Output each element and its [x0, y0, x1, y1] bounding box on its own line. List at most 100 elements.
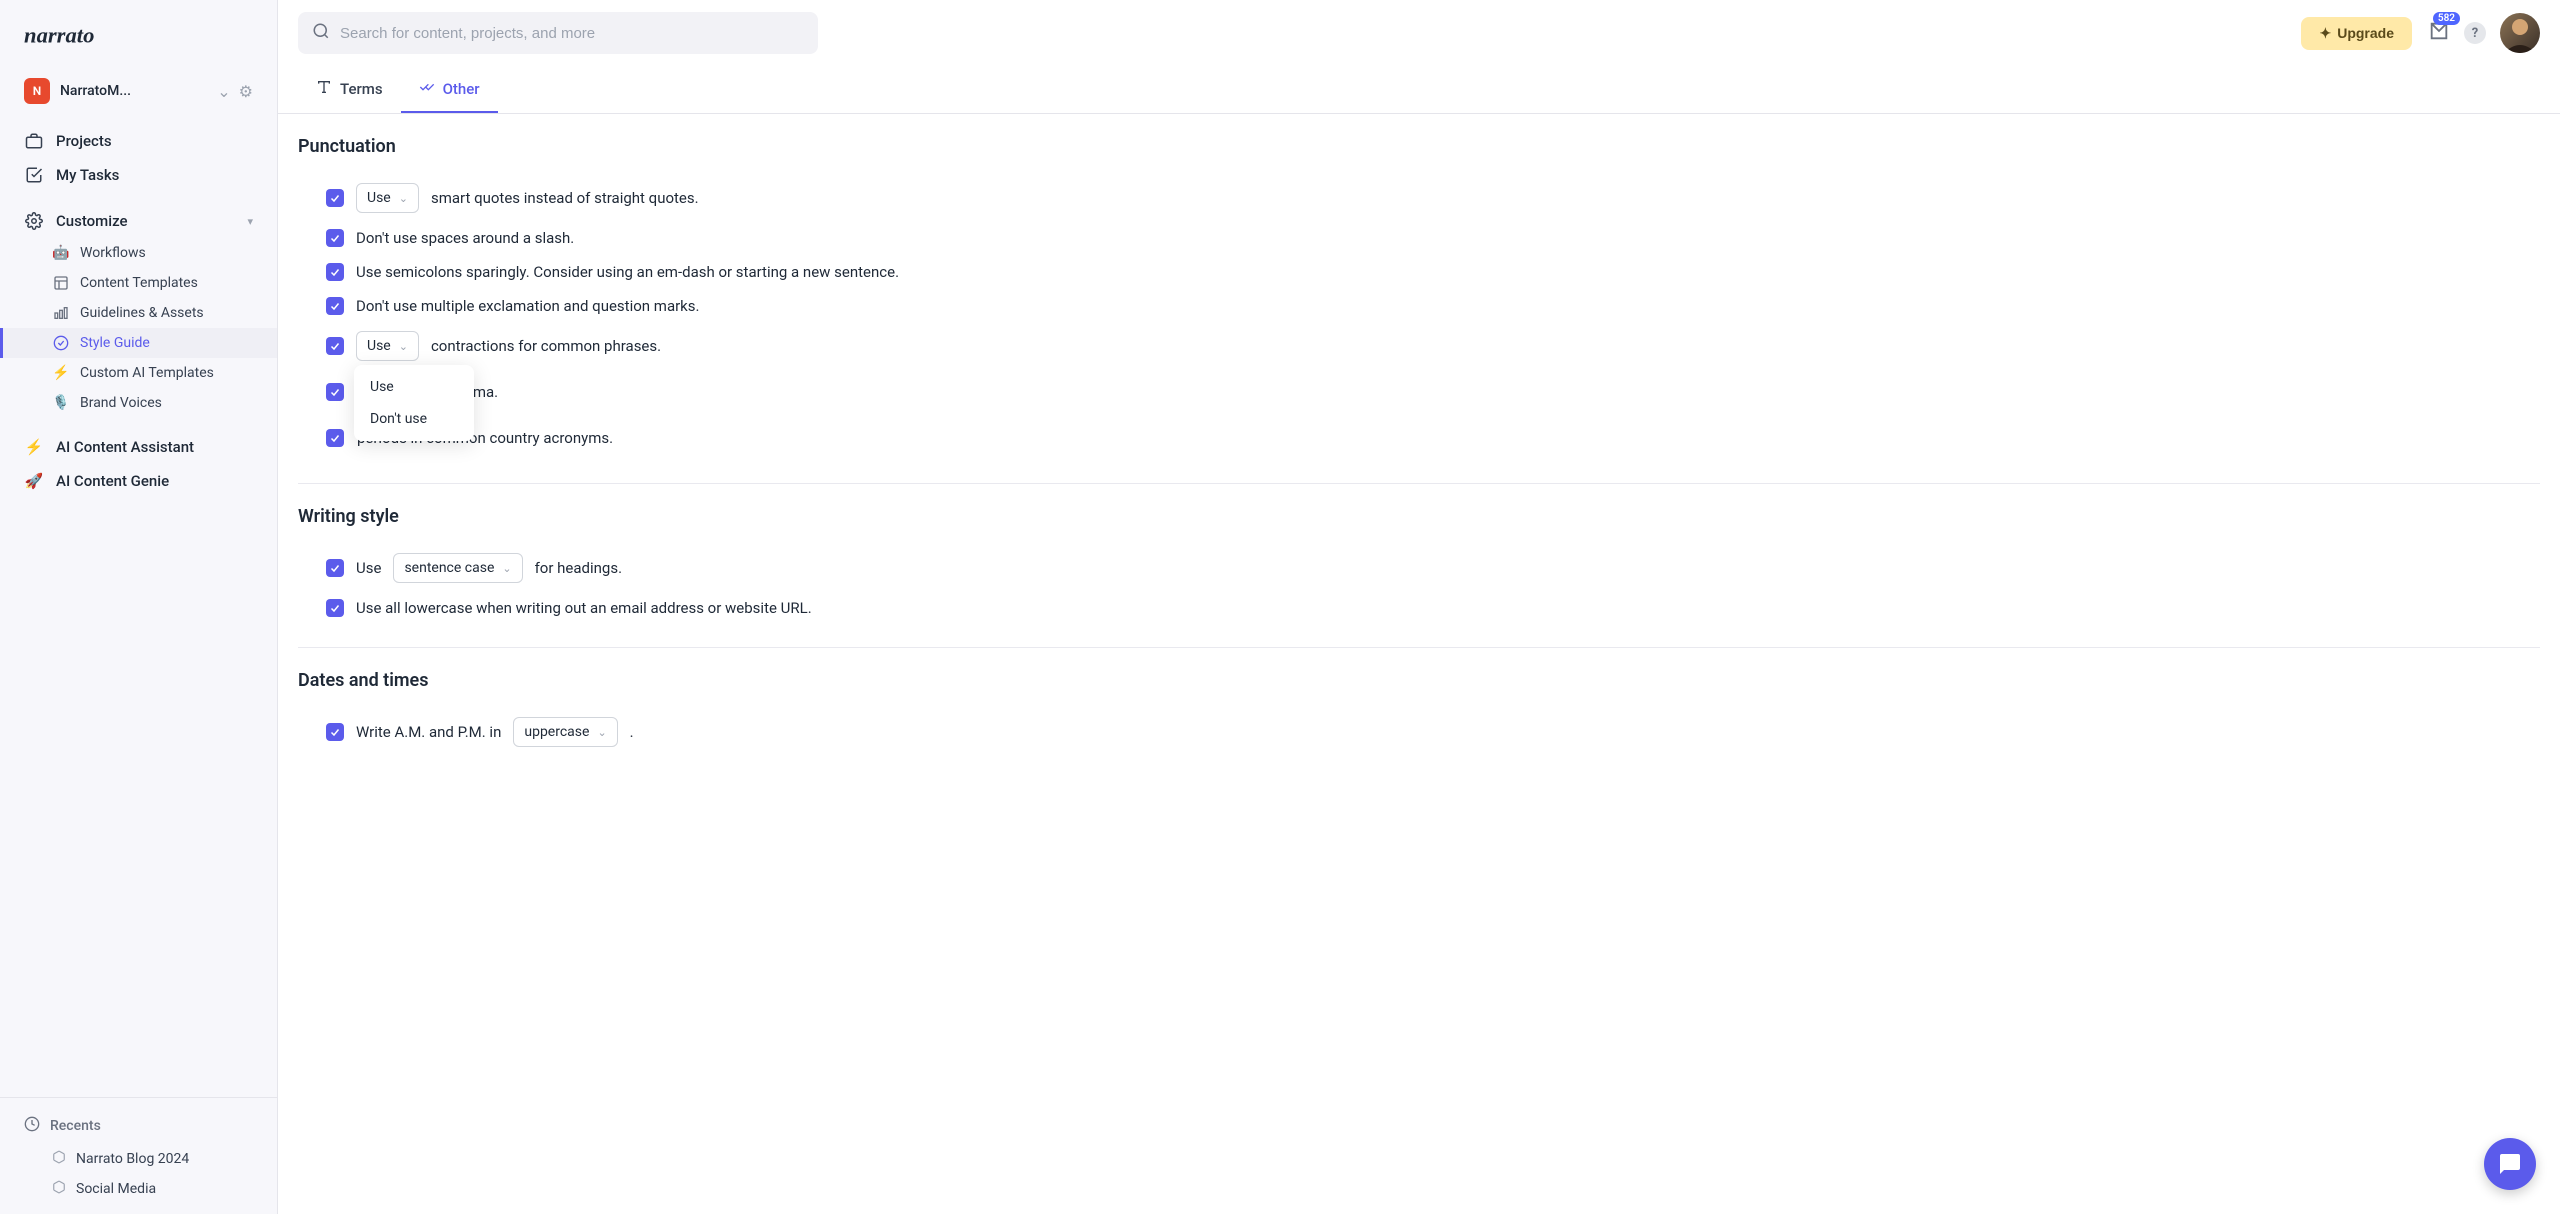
recent-item[interactable]: Narrato Blog 2024 — [0, 1144, 277, 1174]
rule-prefix: Use — [356, 559, 381, 577]
rule-select[interactable]: Use ⌄ — [356, 183, 419, 213]
search-input[interactable] — [340, 25, 804, 42]
chevron-down-icon: ⌄ — [399, 192, 408, 205]
cube-icon — [52, 1150, 66, 1168]
rule-text: smart quotes instead of straight quotes. — [431, 189, 699, 207]
check-circle-icon — [52, 335, 70, 351]
nav-customize[interactable]: Customize ▾ — [0, 204, 277, 238]
nav-ai-content-genie[interactable]: 🚀 AI Content Genie — [0, 464, 277, 498]
tab-terms[interactable]: Terms — [298, 67, 401, 113]
bolt-icon: ⚡ — [52, 365, 70, 381]
upgrade-label: Upgrade — [2337, 25, 2394, 41]
nav-my-tasks[interactable]: My Tasks — [0, 158, 277, 192]
rule-text: Don't use spaces around a slash. — [356, 229, 574, 247]
nav-customize-label: Customize — [56, 212, 128, 230]
rule-checkbox[interactable] — [326, 337, 344, 355]
rule-smart-quotes: Use ⌄ smart quotes instead of straight q… — [298, 175, 2540, 221]
rule-country-acronyms: Use⌄ periods in common country acronyms. — [298, 415, 2540, 461]
rule-prefix: Write A.M. and P.M. in — [356, 723, 501, 741]
sidebar-item-custom-ai-templates[interactable]: ⚡ Custom AI Templates — [0, 358, 277, 388]
section-title: Writing style — [298, 506, 2540, 527]
recents-label: Recents — [50, 1118, 101, 1134]
sidebar-item-style-guide[interactable]: Style Guide — [0, 328, 277, 358]
rule-select[interactable]: Use ⌄ — [356, 331, 419, 361]
sidebar-item-content-templates[interactable]: Content Templates — [0, 268, 277, 298]
rule-suffix: . — [630, 723, 634, 741]
workspace-badge: N — [24, 78, 50, 104]
rule-text: contractions for common phrases. — [431, 337, 661, 355]
rule-text: Use semicolons sparingly. Consider using… — [356, 263, 899, 281]
rule-select[interactable]: sentence case ⌄ — [393, 553, 522, 583]
nav-projects-label: Projects — [56, 132, 112, 150]
assets-icon — [52, 305, 70, 321]
tabs: Terms Other — [278, 67, 2560, 114]
sidebar-item-workflows[interactable]: 🤖 Workflows — [0, 238, 277, 268]
help-button[interactable]: ? — [2464, 22, 2486, 44]
double-check-icon — [419, 79, 435, 99]
rule-ampm: Write A.M. and P.M. in uppercase ⌄ . — [298, 709, 2540, 755]
user-avatar[interactable] — [2500, 13, 2540, 53]
nav-projects[interactable]: Projects — [0, 124, 277, 158]
nav-ai-content-assistant-label: AI Content Assistant — [56, 438, 194, 456]
rule-select[interactable]: uppercase ⌄ — [513, 717, 617, 747]
chat-fab[interactable] — [2484, 1138, 2536, 1190]
logo[interactable]: narrato — [0, 0, 277, 70]
chevron-down-icon: ⌄ — [502, 562, 511, 575]
rule-exclamation: Don't use multiple exclamation and quest… — [298, 289, 2540, 323]
section-title: Punctuation — [298, 136, 2540, 157]
tab-label: Other — [443, 80, 480, 98]
cube-icon — [52, 1180, 66, 1198]
workspace-switcher[interactable]: N NarratoM... ⌄ ⚙ — [0, 70, 277, 118]
recent-item-label: Social Media — [76, 1181, 156, 1197]
rule-checkbox[interactable] — [326, 559, 344, 577]
rule-checkbox[interactable] — [326, 263, 344, 281]
rule-lowercase-url: Use all lowercase when writing out an em… — [298, 591, 2540, 625]
search-icon — [312, 22, 330, 44]
sparkle-icon: ✦ — [2319, 25, 2331, 42]
upgrade-button[interactable]: ✦ Upgrade — [2301, 17, 2412, 50]
rule-checkbox[interactable] — [326, 297, 344, 315]
workspace-settings-icon[interactable]: ⚙ — [239, 82, 253, 101]
rule-headings: Use sentence case ⌄ for headings. — [298, 545, 2540, 591]
rule-checkbox[interactable] — [326, 189, 344, 207]
rule-checkbox[interactable] — [326, 383, 344, 401]
section-title: Dates and times — [298, 670, 2540, 691]
sidebar-item-guidelines-assets[interactable]: Guidelines & Assets — [0, 298, 277, 328]
clock-icon — [24, 1116, 40, 1136]
recent-item[interactable]: Social Media — [0, 1174, 277, 1204]
search-box[interactable] — [298, 12, 818, 54]
notifications-button[interactable]: 582 — [2428, 20, 2450, 46]
nav-ai-content-genie-label: AI Content Genie — [56, 472, 169, 490]
rule-text: Use all lowercase when writing out an em… — [356, 599, 812, 617]
sidebar-item-label: Style Guide — [80, 335, 150, 351]
nav-ai-content-assistant[interactable]: ⚡ AI Content Assistant — [0, 430, 277, 464]
sidebar-item-brand-voices[interactable]: 🎙️ Brand Voices — [0, 388, 277, 418]
chevron-down-icon: ⌄ — [597, 726, 606, 739]
rocket-icon: 🚀 — [24, 472, 44, 490]
dropdown-option-use[interactable]: Use — [354, 371, 474, 403]
workspace-dropdown-icon[interactable]: ⌄ — [217, 82, 230, 101]
chevron-down-icon: ▾ — [247, 215, 253, 228]
dropdown-option-dont-use[interactable]: Don't use — [354, 403, 474, 435]
rule-checkbox[interactable] — [326, 229, 344, 247]
recents-section: Recents Narrato Blog 2024 Social Media — [0, 1097, 277, 1214]
sidebar-item-label: Brand Voices — [80, 395, 162, 411]
tab-other[interactable]: Other — [401, 67, 498, 113]
robot-icon: 🤖 — [52, 245, 70, 261]
templates-icon — [52, 275, 70, 291]
sidebar: narrato N NarratoM... ⌄ ⚙ Projects My Ta… — [0, 0, 278, 1214]
rule-slash: Don't use spaces around a slash. — [298, 221, 2540, 255]
content-area: Punctuation Use ⌄ smart quotes instead o… — [278, 114, 2560, 1214]
recents-header: Recents — [0, 1108, 277, 1144]
workspace-name: NarratoM... — [60, 83, 207, 99]
svg-text:narrato: narrato — [24, 22, 94, 47]
rule-oxford-comma: Use⌄ xford comma. — [298, 369, 2540, 415]
check-icon — [24, 166, 44, 184]
rule-checkbox[interactable] — [326, 723, 344, 741]
rule-checkbox[interactable] — [326, 429, 344, 447]
rule-checkbox[interactable] — [326, 599, 344, 617]
rule-contractions: Use ⌄ contractions for common phrases. U… — [298, 323, 2540, 369]
select-value: Use — [367, 190, 391, 206]
select-dropdown: Use Don't use — [354, 365, 474, 441]
tab-label: Terms — [340, 80, 383, 98]
